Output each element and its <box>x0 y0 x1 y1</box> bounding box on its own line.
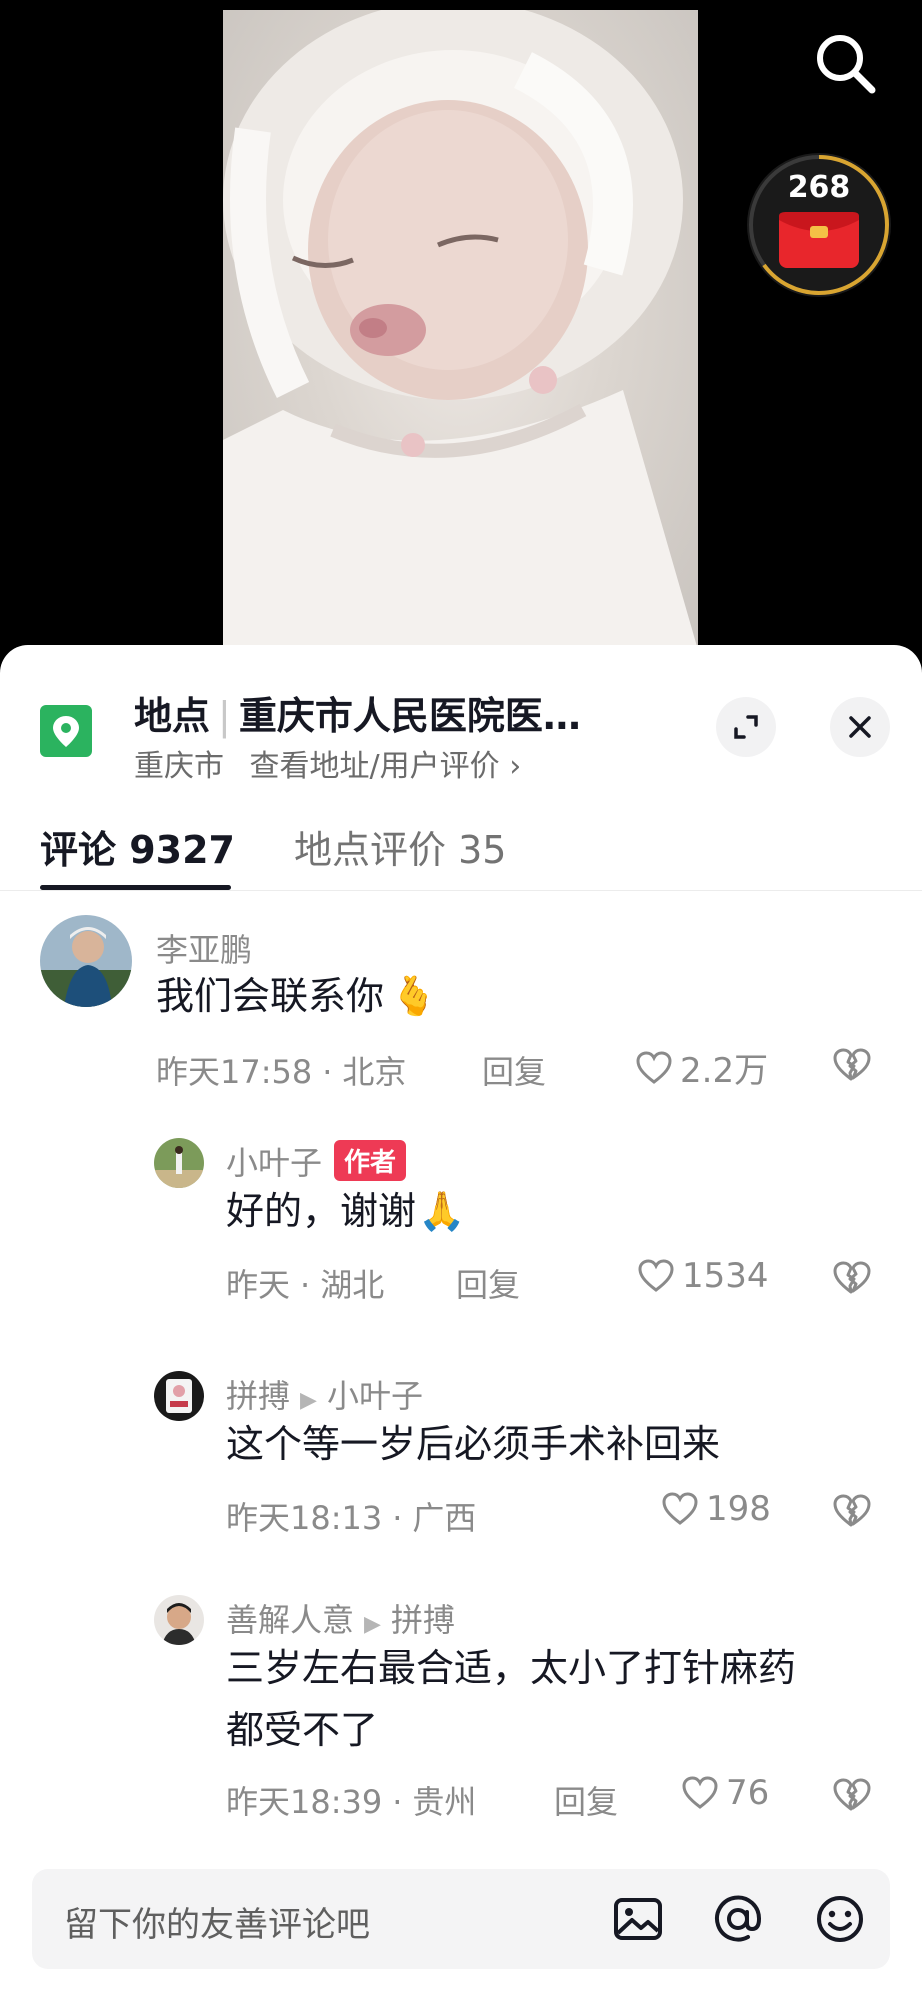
reply-to-name[interactable]: 拼搏 <box>391 1601 455 1639</box>
author-name[interactable]: 小叶子 <box>226 1144 322 1182</box>
comment-text: 这个等一岁后必须手术补回来 <box>226 1422 721 1466</box>
avatar[interactable] <box>40 915 132 1007</box>
like-count: 76 <box>726 1773 770 1813</box>
broken-heart-icon <box>833 1494 871 1527</box>
search-button[interactable] <box>810 28 882 100</box>
comment-text-body: 好的，谢谢 <box>226 1189 417 1233</box>
search-icon <box>817 35 876 94</box>
finger-heart-emoji: 🫰 <box>390 974 438 1018</box>
location-label: 地点 <box>134 694 211 738</box>
comment-region: 广西 <box>412 1499 477 1537</box>
like-count: 2.2万 <box>680 1051 769 1091</box>
location-title[interactable]: 地点 | 重庆市人民医院医… <box>134 685 664 740</box>
like-count: 1534 <box>682 1256 769 1296</box>
reply-button[interactable]: 回复 <box>554 1777 618 1823</box>
like-count: 198 <box>706 1489 771 1529</box>
comment-time: 昨天17:58 <box>156 1053 313 1091</box>
comment-text-line: 都受不了 <box>226 1708 379 1752</box>
dislike-button[interactable] <box>830 1491 872 1535</box>
reply-arrow-icon: ▶ <box>300 1388 317 1413</box>
video-player[interactable]: 268 <box>0 0 922 660</box>
pray-emoji: 🙏 <box>418 1189 466 1233</box>
heart-icon <box>682 1776 718 1809</box>
dislike-button[interactable] <box>830 1775 872 1819</box>
expand-icon <box>734 715 758 739</box>
author-name[interactable]: 拼搏 <box>226 1377 290 1415</box>
heart-icon <box>638 1259 674 1292</box>
heart-icon <box>662 1492 698 1525</box>
comment-region: 湖北 <box>320 1266 385 1304</box>
avatar[interactable] <box>154 1371 204 1421</box>
expand-button[interactable] <box>716 697 776 757</box>
comment-meta: 昨天18:39 · 贵州 <box>226 1783 477 1821</box>
comment-author: 小叶子 作者 <box>226 1138 407 1184</box>
comment-text-line: 三岁左右最合适，太小了打针麻药 <box>226 1646 797 1690</box>
dislike-button[interactable] <box>830 1045 872 1089</box>
location-subtitle: 重庆市 查看地址/用户评价 › <box>134 741 521 785</box>
comment-meta: 昨天18:13 · 广西 <box>226 1499 477 1537</box>
like-button[interactable]: 2.2万 <box>634 1043 768 1092</box>
comment-author: 善解人意 ▶ 拼搏 <box>226 1595 455 1641</box>
reply-button[interactable]: 回复 <box>482 1047 546 1093</box>
reply-to-name[interactable]: 小叶子 <box>327 1377 423 1415</box>
comment-text: 好的，谢谢🙏 <box>226 1180 465 1242</box>
emoji-button[interactable] <box>812 1891 868 1947</box>
video-frame[interactable] <box>223 10 698 650</box>
comment-text: 我们会联系你 🫰 <box>156 965 437 1027</box>
at-mention-icon <box>715 1895 762 1942</box>
comment-text-body: 我们会联系你 <box>156 974 385 1018</box>
tab-bar: 评论 9327 地点评价 35 <box>0 815 922 891</box>
location-city: 重庆市 <box>134 749 224 784</box>
comment-meta: 昨天17:58 · 北京 <box>156 1053 407 1091</box>
comment-sheet: 地点 | 重庆市人民医院医… 重庆市 查看地址/用户评价 › 评论 9327 地点评… <box>0 645 922 1990</box>
comment-meta: 昨天 · 湖北 <box>226 1266 385 1304</box>
comment-input-placeholder[interactable]: 留下你的友善评论吧 <box>64 1897 370 1946</box>
close-button[interactable] <box>830 697 890 757</box>
red-packet-count: 268 <box>787 170 851 205</box>
comment-text: 三岁左右最合适，太小了打针麻药 都受不了 <box>226 1637 906 1761</box>
comment-input-bar[interactable]: 留下你的友善评论吧 <box>32 1869 890 1969</box>
chevron-right-icon: › <box>509 749 522 784</box>
mention-button[interactable] <box>710 1891 766 1947</box>
author-name[interactable]: 善解人意 <box>226 1601 354 1639</box>
comment-time: 昨天18:39 <box>226 1783 383 1821</box>
view-address-link[interactable]: 查看地址/用户评价 <box>250 749 500 784</box>
emoji-icon <box>817 1896 863 1942</box>
location-pin-icon <box>40 705 92 757</box>
active-tab-indicator <box>40 885 231 890</box>
dislike-button[interactable] <box>830 1258 872 1302</box>
comment-item: 李亚鹏 我们会联系你 🫰 昨天17:58 · 北京 回复 2.2万 <box>0 915 922 1115</box>
comment-region: 贵州 <box>412 1783 477 1821</box>
baby-in-blanket-image <box>223 10 698 650</box>
location-name: 重庆市人民医院医… <box>238 694 581 738</box>
like-button[interactable]: 198 <box>660 1489 771 1529</box>
heart-icon <box>636 1050 672 1084</box>
tab-comments[interactable]: 评论 9327 <box>40 819 235 874</box>
avatar[interactable] <box>154 1138 204 1188</box>
comment-region: 北京 <box>342 1053 407 1091</box>
image-button[interactable] <box>610 1891 666 1947</box>
reply-comment-item: 拼搏 ▶ 小叶子 这个等一岁后必须手术补回来 昨天18:13 · 广西 198 <box>0 1371 922 1561</box>
tab-location-reviews[interactable]: 地点评价 35 <box>294 819 506 874</box>
broken-heart-icon <box>833 1048 871 1081</box>
comment-time: 昨天18:13 <box>226 1499 383 1537</box>
reply-comment-item: 小叶子 作者 好的，谢谢🙏 昨天 · 湖北 回复 1534 <box>0 1138 922 1338</box>
author-badge: 作者 <box>334 1140 407 1181</box>
comment-time: 昨天 <box>226 1266 291 1304</box>
reply-comment-item: 善解人意 ▶ 拼搏 三岁左右最合适，太小了打针麻药 都受不了 昨天18:39 · 贵州 … <box>0 1595 922 1855</box>
like-button[interactable]: 1534 <box>636 1256 769 1296</box>
reply-button[interactable]: 回复 <box>456 1260 520 1306</box>
broken-heart-icon <box>833 1778 871 1811</box>
location-separator: | <box>218 694 231 738</box>
close-icon <box>849 716 871 738</box>
like-button[interactable]: 76 <box>680 1773 769 1813</box>
image-icon <box>614 1898 662 1940</box>
broken-heart-icon <box>833 1261 871 1294</box>
avatar[interactable] <box>154 1595 204 1645</box>
reply-arrow-icon: ▶ <box>364 1612 381 1637</box>
comment-author: 拼搏 ▶ 小叶子 <box>226 1371 423 1417</box>
red-packet-button[interactable]: 268 <box>744 150 894 300</box>
